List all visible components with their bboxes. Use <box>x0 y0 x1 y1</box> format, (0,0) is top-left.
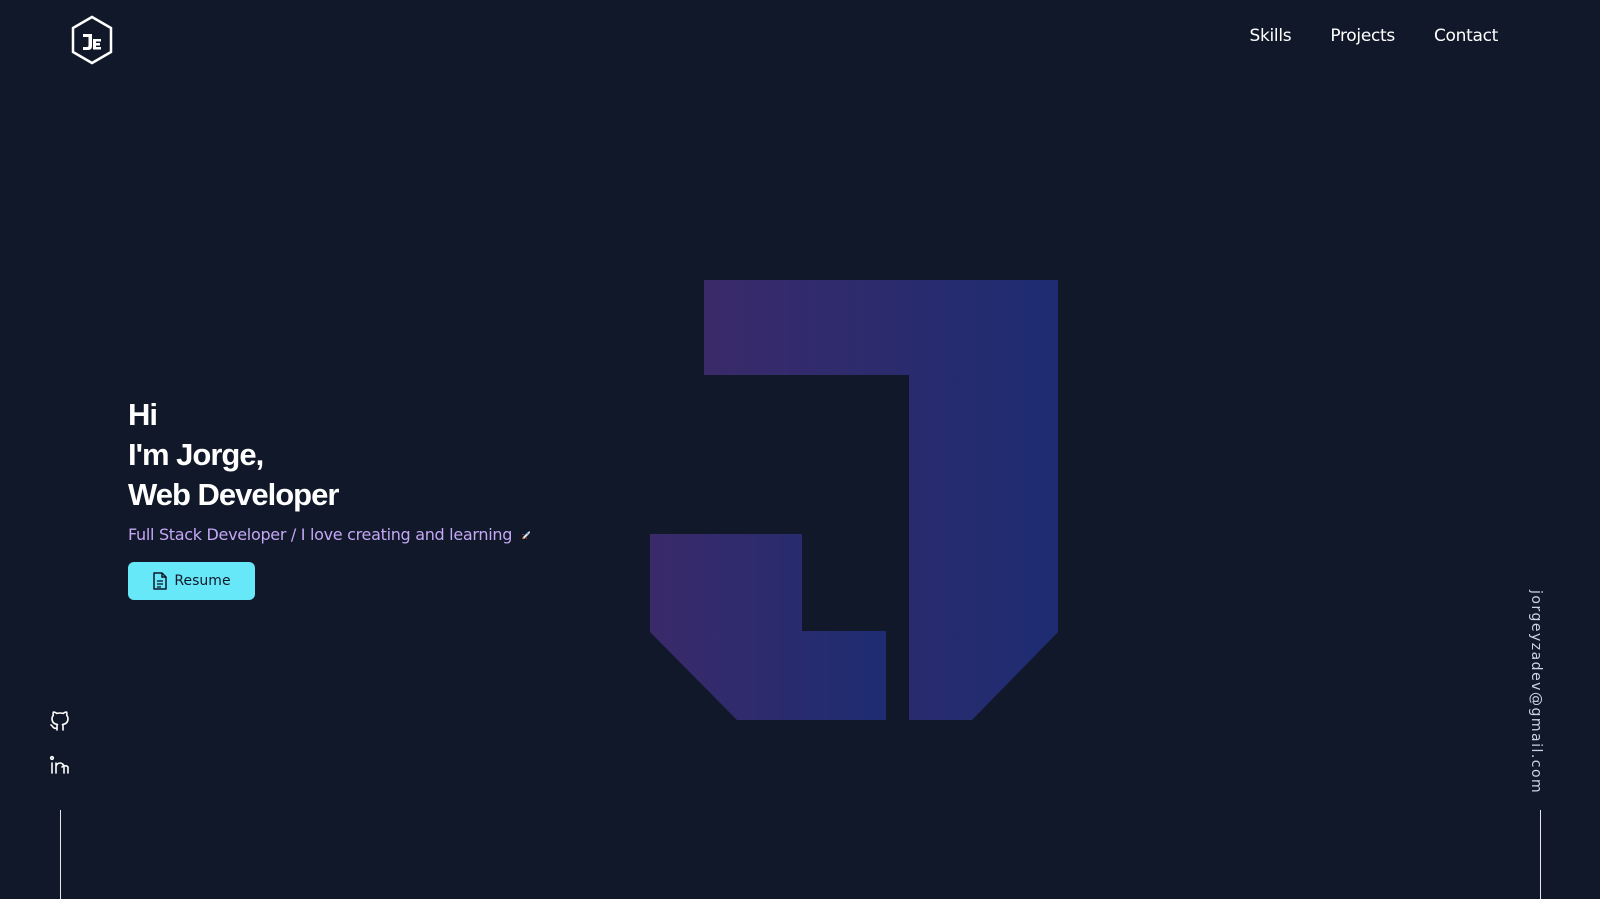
page: Skills Projects Contact Hi I'm Jorge, We… <box>0 0 1600 899</box>
linkedin-icon <box>49 755 69 774</box>
social-links <box>48 709 72 777</box>
github-icon <box>50 711 69 731</box>
document-icon <box>153 572 168 590</box>
je-hexagon-logo-icon <box>71 15 113 65</box>
resume-button-label: Resume <box>174 573 231 589</box>
right-decorative-line <box>1540 810 1541 899</box>
hero-subtitle-text: Full Stack Developer / I love creating a… <box>128 525 513 544</box>
j-monogram-icon <box>650 280 1058 720</box>
hero-greeting: Hi <box>128 397 158 432</box>
hero-section: Hi I'm Jorge, Web Developer Full Stack D… <box>128 395 532 600</box>
rocket-emoji-icon <box>522 530 531 539</box>
nav-skills[interactable]: Skills <box>1249 26 1291 46</box>
resume-button[interactable]: Resume <box>128 562 255 600</box>
hero-name: I'm Jorge, <box>128 437 264 472</box>
email-link[interactable]: jorgeyzadev@gmail.com <box>1528 590 1544 794</box>
home-logo-link[interactable] <box>70 15 114 65</box>
hero-role: Web Developer <box>128 477 339 512</box>
hero-subtitle: Full Stack Developer / I love creating a… <box>128 525 532 544</box>
nav-contact[interactable]: Contact <box>1434 26 1498 46</box>
github-link[interactable] <box>48 709 72 733</box>
linkedin-link[interactable] <box>48 753 72 777</box>
nav-projects[interactable]: Projects <box>1330 26 1395 46</box>
main-nav: Skills Projects Contact <box>1249 26 1498 46</box>
left-decorative-line <box>60 810 61 899</box>
hero-heading: Hi I'm Jorge, Web Developer <box>128 395 532 515</box>
